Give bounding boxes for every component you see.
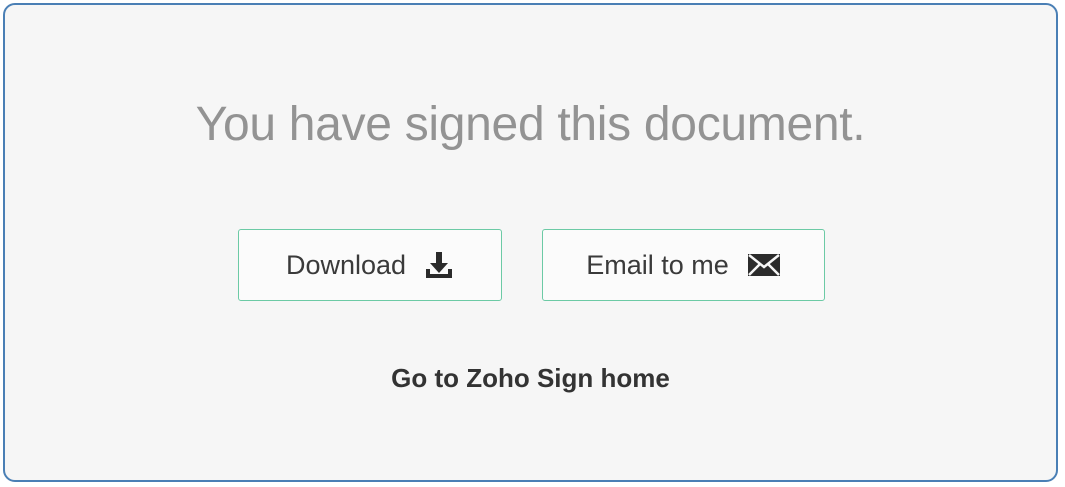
go-to-home-link[interactable]: Go to Zoho Sign home bbox=[5, 363, 1056, 394]
download-button[interactable]: Download bbox=[238, 229, 502, 301]
email-to-me-button[interactable]: Email to me bbox=[542, 229, 825, 301]
download-button-label: Download bbox=[285, 249, 407, 280]
confirmation-title: You have signed this document. bbox=[195, 98, 866, 151]
email-button-label: Email to me bbox=[586, 249, 729, 280]
envelope-icon bbox=[747, 252, 781, 278]
signed-confirmation-panel: You have signed this document. Download … bbox=[3, 3, 1058, 482]
download-icon bbox=[424, 250, 454, 280]
